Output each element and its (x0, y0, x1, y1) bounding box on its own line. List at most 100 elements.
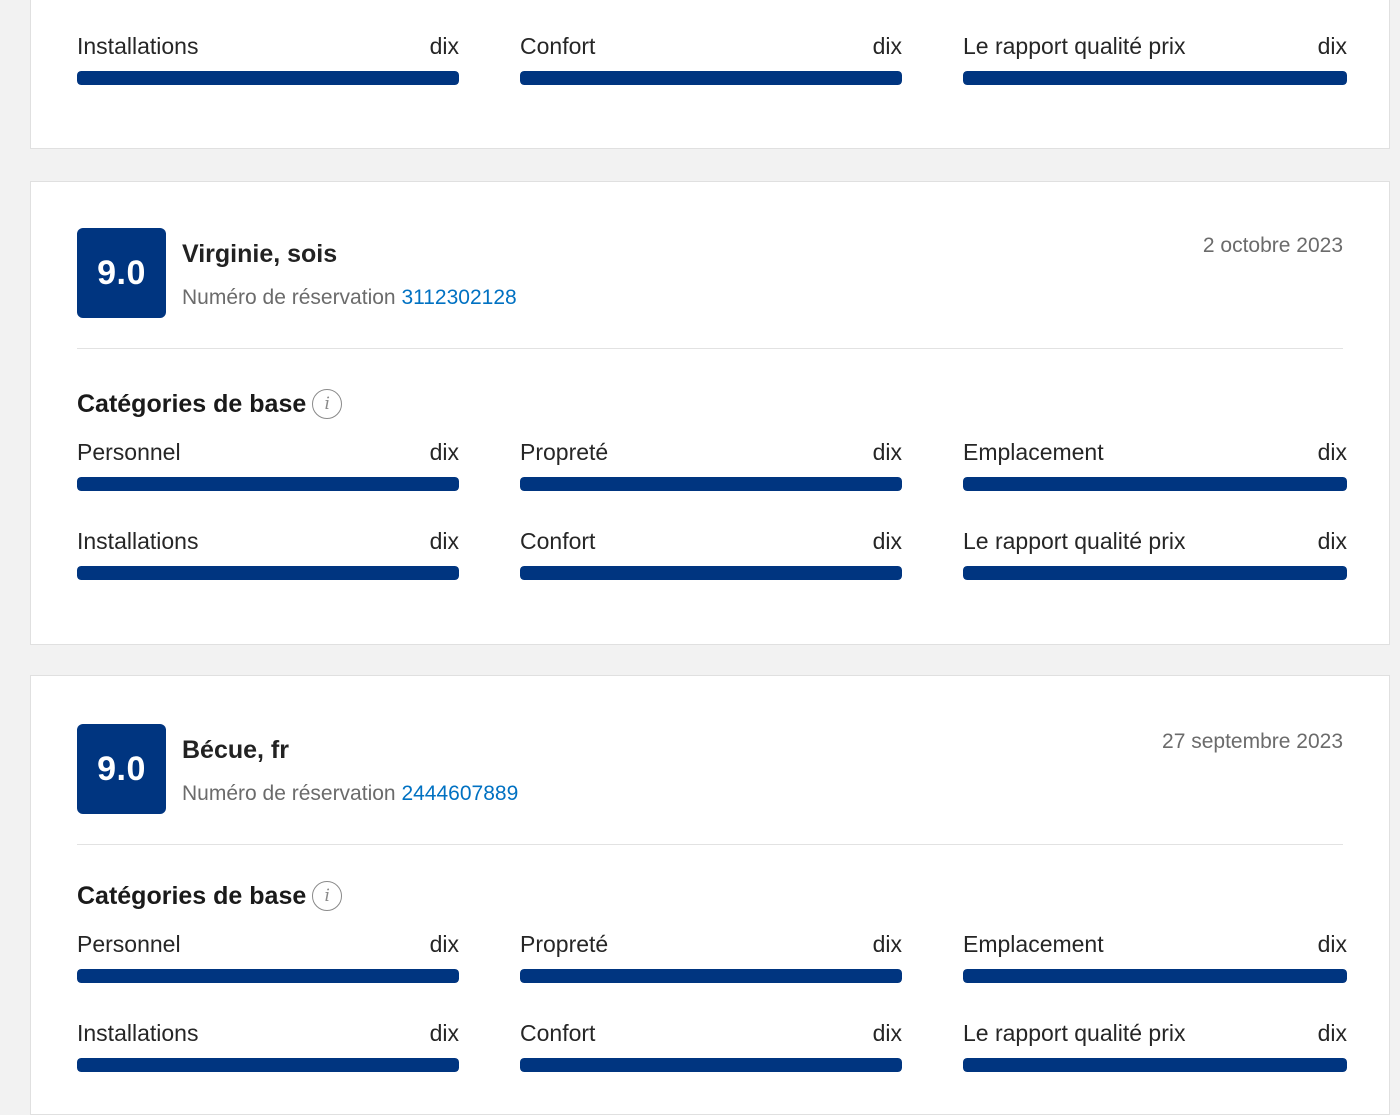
categories-heading: Catégories de base i (77, 385, 1343, 423)
metric-bar-fill (963, 477, 1347, 491)
metric-confort: Confort dix (520, 29, 902, 118)
metric-personnel: Personnel dix (77, 435, 459, 524)
booking-label: Numéro de réservation (182, 782, 396, 805)
metric-bar (520, 477, 902, 491)
metric-label: Propreté (520, 930, 609, 957)
metric-bar-fill (520, 969, 902, 983)
metric-value: dix (1317, 930, 1347, 957)
review-date: 2 octobre 2023 (1202, 234, 1343, 257)
metric-value: dix (872, 438, 902, 465)
metrics-grid: Personnel dix Propreté dix Emplacement dix … (77, 435, 1347, 613)
metric-value: dix (1317, 1019, 1347, 1046)
metric-label: Le rapport qualité prix (963, 527, 1186, 554)
metric-value: dix (429, 1019, 459, 1046)
metric-value: dix (872, 32, 902, 59)
metric-label: Installations (77, 32, 199, 59)
metric-bar (77, 969, 459, 983)
metric-bar-fill (77, 71, 459, 85)
categories-title: Catégories de base (77, 389, 307, 418)
metric-value: dix (1317, 438, 1347, 465)
metric-bar (77, 1058, 459, 1072)
metric-label: Installations (77, 1019, 199, 1046)
metric-bar-fill (77, 1058, 459, 1072)
reviewer-name: Bécue, fr (182, 736, 289, 764)
metric-bar-fill (963, 969, 1347, 983)
booking-line: Numéro de réservation 3112302128 (182, 286, 517, 310)
metric-bar-fill (963, 1058, 1347, 1072)
metric-label: Propreté (520, 438, 609, 465)
metric-bar (963, 477, 1347, 491)
metric-bar-fill (77, 969, 459, 983)
metric-bar (77, 71, 459, 85)
review-header: 9.0 Bécue, fr Numéro de réservation 2444… (77, 724, 1343, 844)
categories-heading: Catégories de base i (77, 877, 1343, 915)
reviewer-name: Virginie, sois (182, 240, 338, 268)
metric-label: Confort (520, 1019, 596, 1046)
booking-number-link[interactable]: 2444607889 (401, 782, 518, 805)
metric-value: dix (429, 930, 459, 957)
metric-label: Le rapport qualité prix (963, 32, 1186, 59)
metric-label: Confort (520, 527, 596, 554)
metric-value: dix (429, 438, 459, 465)
metric-label: Personnel (77, 930, 181, 957)
metric-bar (520, 71, 902, 85)
metric-confort: Confort dix (520, 1016, 902, 1105)
review-card-partial: Installations dix Confort dix Le rapport q… (30, 0, 1390, 149)
metric-proprete: Propreté dix (520, 435, 902, 524)
metric-bar (520, 566, 902, 580)
review-card: 9.0 Bécue, fr Numéro de réservation 2444… (30, 675, 1390, 1115)
metric-proprete: Propreté dix (520, 927, 902, 1016)
metric-rapport-qualite-prix: Le rapport qualité prix dix (963, 1016, 1347, 1105)
review-header: 9.0 Virginie, sois Numéro de réservation… (77, 228, 1343, 348)
metric-bar (963, 71, 1347, 85)
metric-value: dix (1317, 32, 1347, 59)
categories-title: Catégories de base (77, 881, 307, 910)
booking-number-link[interactable]: 3112302128 (401, 286, 516, 309)
metric-value: dix (429, 32, 459, 59)
score-badge: 9.0 (77, 724, 166, 814)
metrics-grid: Personnel dix Propreté dix Emplacement dix … (77, 927, 1347, 1105)
metric-label: Le rapport qualité prix (963, 1019, 1186, 1046)
score-badge: 9.0 (77, 228, 166, 318)
metric-value: dix (1317, 527, 1347, 554)
metric-installations: Installations dix (77, 524, 459, 613)
metric-bar-fill (520, 566, 902, 580)
metric-installations: Installations dix (77, 29, 459, 118)
metric-bar (77, 477, 459, 491)
metric-bar-fill (963, 566, 1347, 580)
metric-installations: Installations dix (77, 1016, 459, 1105)
info-circle-icon[interactable]: i (312, 881, 343, 911)
metric-label: Installations (77, 527, 199, 554)
metric-bar (77, 566, 459, 580)
metric-bar-fill (520, 71, 902, 85)
review-card: 9.0 Virginie, sois Numéro de réservation… (30, 181, 1390, 645)
metric-emplacement: Emplacement dix (963, 435, 1347, 524)
booking-line: Numéro de réservation 2444607889 (182, 782, 518, 806)
metric-value: dix (872, 1019, 902, 1046)
metric-label: Emplacement (963, 438, 1104, 465)
metric-bar (520, 1058, 902, 1072)
metric-bar-fill (77, 566, 459, 580)
metric-personnel: Personnel dix (77, 927, 459, 1016)
review-date: 27 septembre 2023 (1162, 730, 1343, 753)
metric-bar-fill (77, 477, 459, 491)
metric-bar (963, 1058, 1347, 1072)
metric-label: Personnel (77, 438, 181, 465)
metric-value: dix (429, 527, 459, 554)
metric-bar (963, 969, 1347, 983)
info-circle-icon[interactable]: i (312, 389, 343, 419)
metric-emplacement: Emplacement dix (963, 927, 1347, 1016)
metric-bar (520, 969, 902, 983)
metric-value: dix (872, 930, 902, 957)
booking-label: Numéro de réservation (182, 286, 396, 309)
metric-label: Emplacement (963, 930, 1104, 957)
metric-bar-fill (963, 71, 1347, 85)
metric-value: dix (872, 527, 902, 554)
metric-rapport-qualite-prix: Le rapport qualité prix dix (963, 29, 1347, 118)
metric-bar-fill (520, 1058, 902, 1072)
metric-confort: Confort dix (520, 524, 902, 613)
metric-bar (963, 566, 1347, 580)
metrics-grid: Installations dix Confort dix Le rapport q… (77, 29, 1347, 118)
metric-rapport-qualite-prix: Le rapport qualité prix dix (963, 524, 1347, 613)
metric-bar-fill (520, 477, 902, 491)
